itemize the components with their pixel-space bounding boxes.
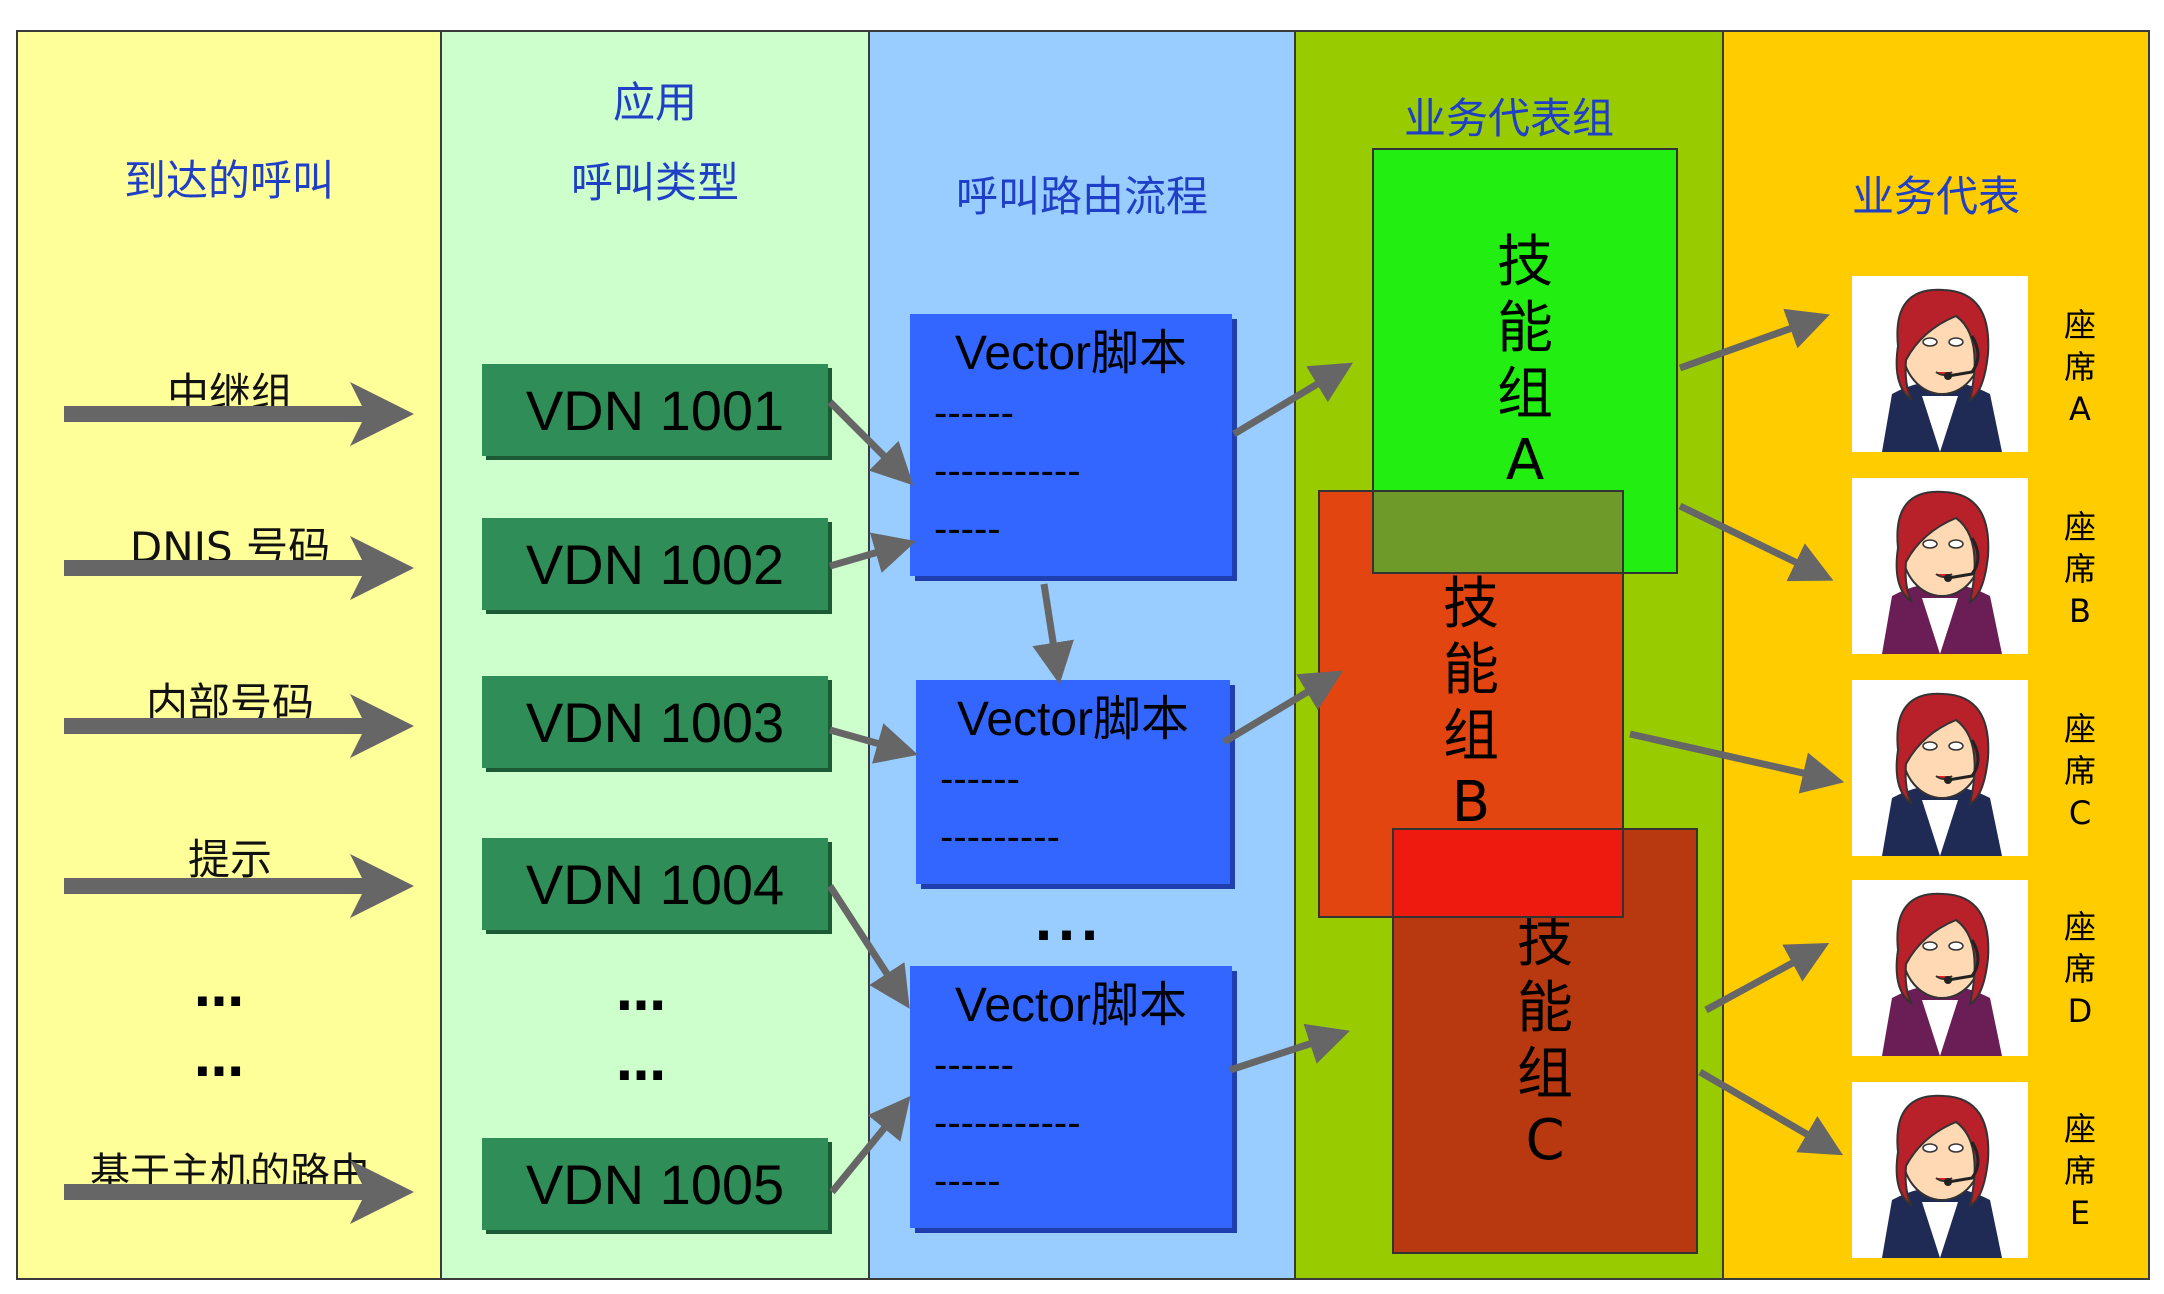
vector-script-2: Vector脚本 ------ --------- (916, 680, 1230, 884)
ellipsis-vdn-2: … (616, 1034, 670, 1092)
vdn-box: VDN 1003 (482, 676, 828, 768)
skill-group-b-char: 能 (1443, 638, 1499, 703)
skill-group-a-char: 组 (1497, 362, 1553, 427)
arriving-label: 提示 (187, 835, 272, 884)
vdn-box: VDN 1001 (482, 364, 828, 456)
skill-group-a-char: 技 (1497, 230, 1553, 295)
vector-script-line: ------ (934, 391, 1014, 435)
column-title-call-types-line2: 呼叫类型 (570, 158, 739, 207)
vector-script-title: Vector脚本 (956, 693, 1190, 746)
vdn-box: VDN 1004 (482, 838, 828, 930)
seat-char: 座 (2063, 306, 2096, 344)
seat-char: D (2067, 992, 2093, 1030)
skill-group-b-char: 技 (1443, 572, 1499, 637)
seat-label-c: 座 席 C (2062, 708, 2098, 834)
vector-script-title: Vector脚本 (954, 327, 1188, 380)
column-title-routing: 呼叫路由流程 (955, 172, 1208, 221)
agent-avatar-b (1852, 478, 2028, 654)
vector-script-line: ----- (934, 1159, 1001, 1203)
seat-char: 席 (2063, 752, 2096, 790)
vector-script-1: Vector脚本 ------ ----------- ----- (910, 314, 1232, 576)
skill-group-c-char: 能 (1517, 976, 1573, 1041)
column-title-arriving-calls: 到达的呼叫 (123, 156, 334, 205)
ellipsis-scripts: ... (1034, 894, 1103, 952)
vdn-box: VDN 1005 (482, 1138, 828, 1230)
agent-avatar-c (1852, 680, 2028, 856)
arriving-label: 中继组 (166, 369, 293, 418)
skill-group-c-char: 组 (1517, 1042, 1573, 1107)
skill-group-a-char: A (1505, 428, 1545, 493)
seat-char: 席 (2063, 950, 2096, 988)
seat-char: 席 (2063, 550, 2096, 588)
seat-char: A (2069, 390, 2091, 428)
seat-char: 座 (2063, 908, 2096, 946)
skill-group-c-char: C (1525, 1108, 1565, 1173)
arriving-label: 基于主机的路由 (90, 1150, 370, 1196)
seat-label-b: 座 席 B (2062, 506, 2098, 632)
call-routing-diagram: 到达的呼叫 应用 呼叫类型 呼叫路由流程 业务代表组 业务代表 技 能 组 A … (0, 0, 2164, 1294)
seat-char: 席 (2063, 1152, 2096, 1190)
column-call-types: 应用 呼叫类型 (440, 30, 870, 1280)
arriving-label: 内部号码 (145, 679, 314, 728)
agent-avatar-e (1852, 1082, 2028, 1258)
skill-group-b-char: 组 (1443, 704, 1499, 769)
vector-script-3: Vector脚本 ------ ----------- ----- (910, 966, 1232, 1228)
vector-script-line: ------ (934, 1043, 1014, 1087)
skill-overlap-bc (1392, 828, 1624, 918)
seat-char: 座 (2063, 1110, 2096, 1148)
seat-label-e: 座 席 E (2062, 1108, 2098, 1234)
column-title-agent-groups: 业务代表组 (1403, 94, 1614, 143)
vector-script-line: ----------- (934, 449, 1081, 493)
ellipsis-arriving-1: … (194, 960, 248, 1018)
vdn-box: VDN 1002 (482, 518, 828, 610)
skill-group-b-char: B (1451, 770, 1491, 835)
seat-char: C (2068, 794, 2092, 832)
column-title-call-types-line1: 应用 (612, 78, 697, 127)
agent-avatar-d (1852, 880, 2028, 1056)
vector-script-title: Vector脚本 (954, 979, 1188, 1032)
ellipsis-vdn-1: … (616, 964, 670, 1022)
skill-overlap-ab (1372, 490, 1624, 574)
vector-script-line: ------ (940, 757, 1020, 801)
agent-avatar-a (1852, 276, 2028, 452)
seat-label-a: 座 席 A (2062, 304, 2098, 430)
column-arriving-calls: 到达的呼叫 (16, 30, 442, 1280)
seat-char: 座 (2063, 710, 2096, 748)
seat-char: E (2069, 1194, 2091, 1232)
vector-script-line: ----- (934, 507, 1001, 551)
skill-group-a-char: 能 (1497, 296, 1553, 361)
arriving-label: DNIS 号码 (129, 523, 331, 572)
seat-char: B (2069, 592, 2091, 630)
vector-script-line: --------- (940, 815, 1060, 859)
seat-char: 座 (2063, 508, 2096, 546)
column-title-agents: 业务代表 (1851, 172, 2020, 221)
seat-char: 席 (2063, 348, 2096, 386)
seat-label-d: 座 席 D (2062, 906, 2098, 1032)
ellipsis-arriving-2: … (194, 1030, 248, 1088)
skill-group-c-char: 技 (1517, 910, 1573, 975)
vector-script-line: ----------- (934, 1101, 1081, 1145)
